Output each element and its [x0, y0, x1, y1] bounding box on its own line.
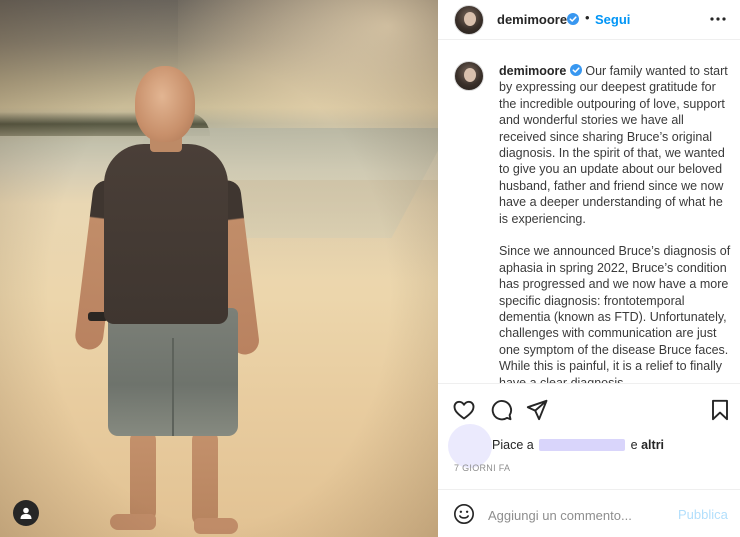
caption-scroll-area[interactable]: demimoore Our family wanted to start by … — [438, 41, 740, 383]
action-bar — [438, 383, 740, 433]
caption-username[interactable]: demimoore — [499, 64, 566, 78]
header-separator: • — [585, 10, 590, 25]
publish-button[interactable]: Pubblica — [678, 507, 728, 522]
liker-username-redacted[interactable] — [539, 439, 626, 451]
likes-others-link[interactable]: altri — [641, 438, 664, 452]
likes-prefix: Piace a — [492, 438, 534, 452]
photo-vignette — [0, 0, 438, 537]
caption-paragraph-2: Since we announced Bruce’s diagnosis of … — [499, 244, 731, 383]
more-options-icon[interactable] — [708, 11, 728, 27]
post-timestamp[interactable]: 7 GIORNI FA — [454, 463, 510, 473]
comment-icon[interactable] — [489, 398, 513, 422]
post-photo[interactable] — [0, 0, 438, 537]
author-avatar[interactable] — [454, 5, 484, 35]
post-header: demimoore • Segui — [438, 0, 740, 40]
comment-input[interactable] — [488, 506, 668, 524]
caption-paragraph-1: Our family wanted to start by expressing… — [499, 64, 728, 226]
likes-summary: Piace a e altri — [492, 438, 664, 452]
comment-bar: Pubblica — [438, 489, 740, 537]
emoji-icon[interactable] — [453, 503, 475, 525]
follow-button[interactable]: Segui — [595, 12, 630, 27]
liker-avatar[interactable] — [448, 424, 492, 468]
share-icon[interactable] — [525, 398, 549, 422]
likes-conjunction: e — [630, 438, 638, 452]
caption-author-avatar[interactable] — [454, 61, 484, 91]
user-tag-button[interactable] — [13, 500, 39, 526]
user-tag-icon — [20, 507, 32, 519]
heart-icon[interactable] — [452, 398, 476, 422]
caption-paragraph: demimoore Our family wanted to start by … — [499, 63, 733, 227]
bookmark-icon[interactable] — [708, 398, 732, 422]
verified-badge-icon — [569, 64, 582, 76]
author-username[interactable]: demimoore — [497, 12, 567, 27]
post-sidebar: demimoore • Segui demimoore Our family w… — [438, 0, 740, 537]
caption-text: demimoore Our family wanted to start by … — [499, 63, 733, 383]
verified-badge-icon — [567, 13, 579, 25]
